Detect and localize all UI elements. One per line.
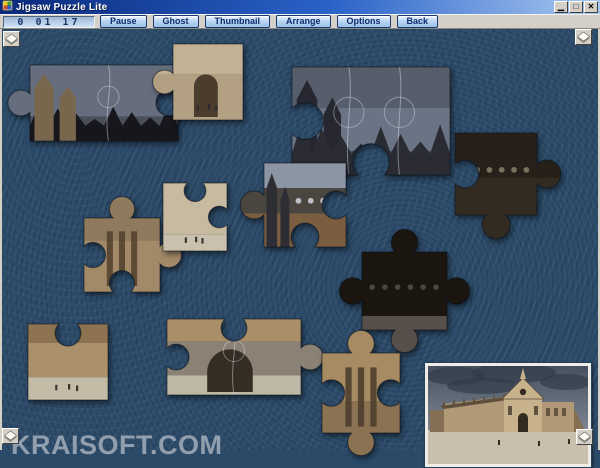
puzzle-piece-stone-wall[interactable] xyxy=(139,159,251,275)
minimize-button[interactable]: ▁ xyxy=(554,1,568,13)
puzzle-workspace[interactable]: KRAISOFT.COM xyxy=(0,29,600,468)
timer-display: 0 01 17 xyxy=(3,15,95,28)
puzzle-piece-dark-gallery[interactable] xyxy=(431,109,561,239)
toolbar-button-pause[interactable]: Pause xyxy=(100,15,147,28)
window-controls: ▁ □ ✕ xyxy=(554,1,598,13)
window-frame-left xyxy=(0,29,2,450)
puzzle-thumbnail-preview[interactable] xyxy=(424,362,592,468)
kraisoft-watermark: KRAISOFT.COM xyxy=(11,430,223,460)
toolbar-button-back[interactable]: Back xyxy=(396,15,439,28)
puzzle-piece-gothic-facade[interactable] xyxy=(298,329,424,457)
scroll-button-top-right[interactable] xyxy=(575,29,592,45)
toolbar-button-options[interactable]: Options xyxy=(336,15,391,28)
puzzle-piece-plaza-people[interactable] xyxy=(149,20,267,144)
close-button[interactable]: ✕ xyxy=(584,1,598,13)
maximize-button[interactable]: □ xyxy=(569,1,583,13)
window-title: Jigsaw Puzzle Lite xyxy=(16,1,108,13)
titlebar[interactable]: Jigsaw Puzzle Lite ▁ □ ✕ xyxy=(0,0,600,14)
puzzle-piece-wall-plaza[interactable] xyxy=(4,300,132,424)
toolbar: 0 01 17 Pause Ghost Thumbnail Arrange Option… xyxy=(0,14,600,29)
toolbar-button-arrange[interactable]: Arrange xyxy=(276,15,331,28)
scroll-button-bottom-left[interactable] xyxy=(2,428,19,444)
scroll-button-top-left[interactable] xyxy=(3,31,20,47)
scroll-button-bottom-right[interactable] xyxy=(576,429,593,445)
